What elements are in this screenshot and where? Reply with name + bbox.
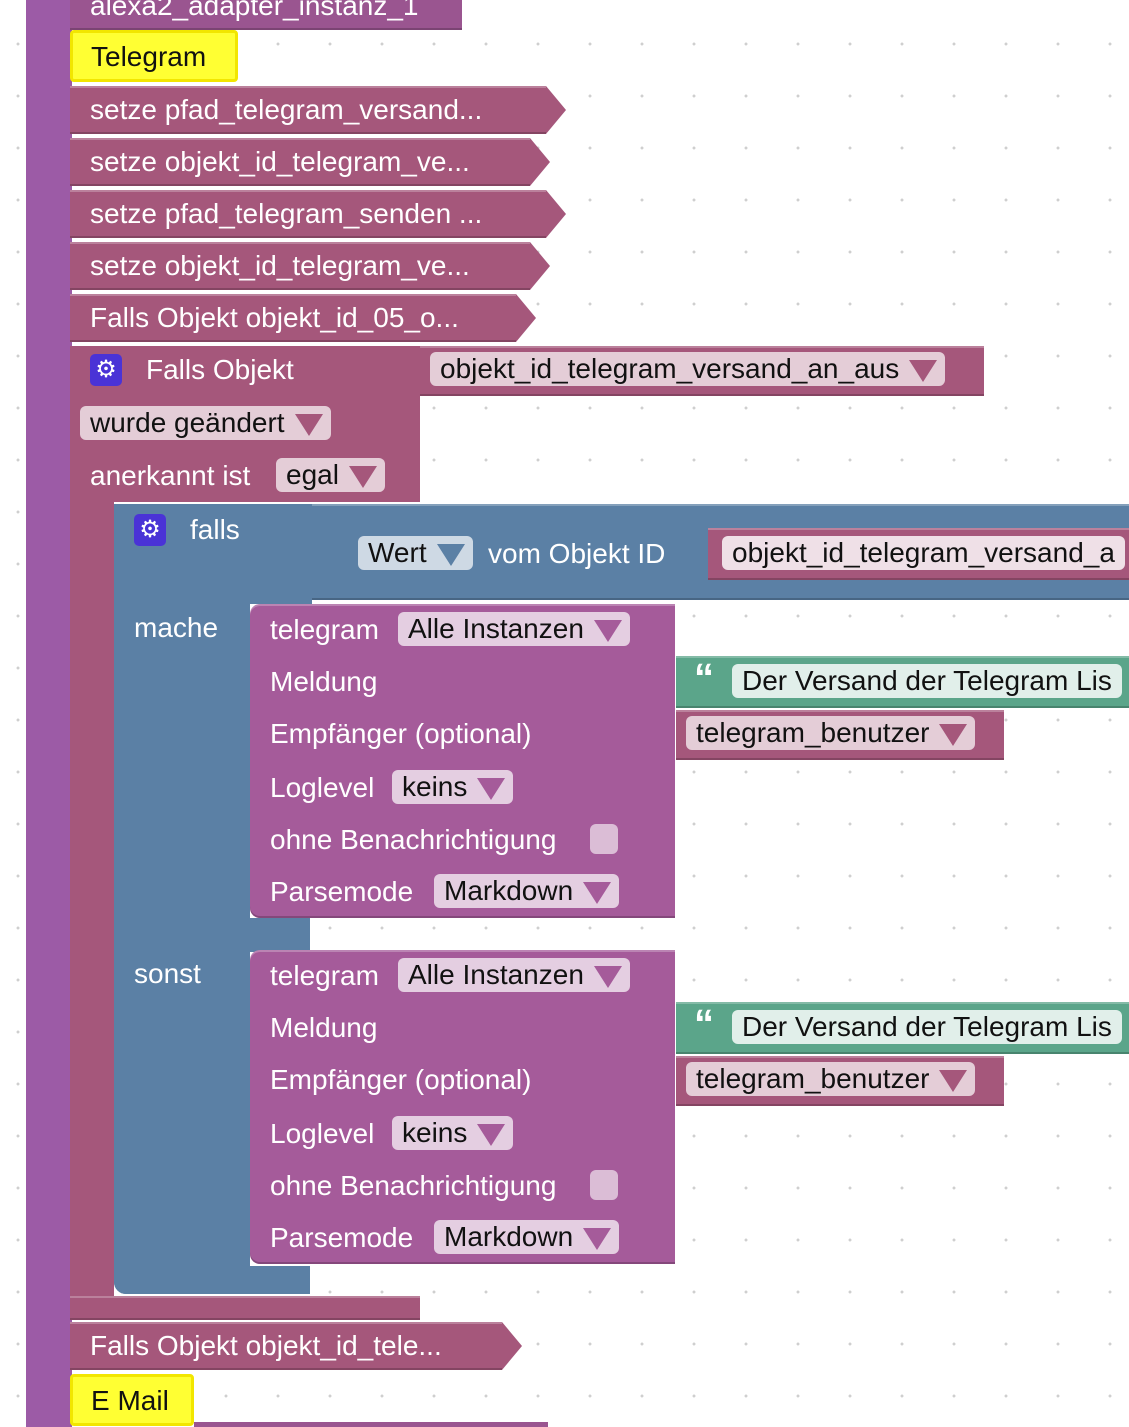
chevron-down-icon <box>477 1124 506 1146</box>
trigger-block-foot <box>70 1296 420 1320</box>
set-row-2-label: setze objekt_id_telegram_ve... <box>90 146 470 177</box>
set-row-2[interactable]: setze objekt_id_telegram_ve... <box>70 138 530 186</box>
telegram-2-recipient-dropdown[interactable]: telegram_benutzer <box>686 1062 976 1096</box>
telegram-1-instances-dropdown[interactable]: Alle Instanzen <box>398 612 630 646</box>
set-row-5-output <box>516 294 536 342</box>
bottom-trigger-row-label: Falls Objekt objekt_id_tele... <box>90 1330 442 1361</box>
condition-value-dropdown[interactable]: Wert <box>358 536 473 570</box>
telegram-2-silent-label: ohne Benachrichtigung <box>270 1170 557 1201</box>
trigger-ack-text: egal <box>286 459 339 490</box>
set-row-2-output <box>530 138 550 186</box>
trigger-label: Falls Objekt <box>146 354 294 385</box>
telegram-1-loglevel-dropdown[interactable]: keins <box>392 770 514 804</box>
telegram-1-parse-text: Markdown <box>444 875 574 906</box>
telegram-2-parse-label: Parsemode <box>270 1222 414 1253</box>
chevron-down-icon <box>939 724 968 746</box>
telegram-1-parse-label: Parsemode <box>270 876 414 907</box>
telegram-2-recipient-label: Empfänger (optional) <box>270 1064 532 1095</box>
telegram-1-loglevel-text: keins <box>402 771 468 802</box>
telegram-2-loglevel-dropdown[interactable]: keins <box>392 1116 514 1150</box>
if-block-foot <box>114 1266 310 1294</box>
telegram-block-1[interactable] <box>250 604 675 918</box>
set-row-4-output <box>530 242 550 290</box>
telegram-2-loglevel-label: Loglevel <box>270 1118 375 1149</box>
comment-telegram[interactable]: Telegram <box>70 30 238 82</box>
next-block-edge <box>194 1422 548 1427</box>
stack-spine <box>26 0 72 1427</box>
if-do-label: mache <box>134 612 219 643</box>
condition-object-var-text[interactable]: objekt_id_telegram_versand_a <box>722 536 1125 570</box>
if-else-label: sonst <box>134 958 201 989</box>
telegram-2-silent-checkbox[interactable] <box>590 1170 618 1200</box>
bottom-trigger-row[interactable]: Falls Objekt objekt_id_tele... <box>70 1322 502 1370</box>
telegram-2-instances-dropdown[interactable]: Alle Instanzen <box>398 958 630 992</box>
telegram-1-recipient-dropdown[interactable]: telegram_benutzer <box>686 716 976 750</box>
telegram-2-loglevel-text: keins <box>402 1117 468 1148</box>
if-block-else-row <box>114 918 310 952</box>
if-gear-icon[interactable]: ⚙ <box>134 514 166 546</box>
chevron-down-icon <box>909 360 938 382</box>
chevron-down-icon <box>294 414 323 436</box>
telegram-2-instances-text: Alle Instanzen <box>408 959 584 990</box>
telegram-1-title: telegram <box>270 614 379 645</box>
trigger-gear-icon[interactable]: ⚙ <box>90 354 122 386</box>
set-row-1-output <box>546 86 566 134</box>
set-row-1-label: setze pfad_telegram_versand... <box>90 94 483 125</box>
comment-email-label: E Mail <box>91 1385 169 1416</box>
telegram-1-recipient-text: telegram_benutzer <box>696 717 930 748</box>
telegram-1-loglevel-label: Loglevel <box>270 772 375 803</box>
trigger-object-var-text: objekt_id_telegram_versand_an_aus <box>440 353 900 384</box>
trigger-changed-dropdown[interactable]: wurde geändert <box>80 406 331 440</box>
telegram-1-instances-text: Alle Instanzen <box>408 613 584 644</box>
block-alexa-instance-label: alexa2_adapter_instanz_1 <box>90 0 419 21</box>
chevron-down-icon <box>583 1228 612 1250</box>
set-row-3[interactable]: setze pfad_telegram_senden ... <box>70 190 546 238</box>
chevron-down-icon <box>583 882 612 904</box>
trigger-changed-text: wurde geändert <box>90 407 285 438</box>
set-row-5[interactable]: Falls Objekt objekt_id_05_o... <box>70 294 516 342</box>
telegram-1-parse-dropdown[interactable]: Markdown <box>434 874 620 908</box>
telegram-2-message-text[interactable]: Der Versand der Telegram Lis <box>732 1010 1122 1044</box>
chevron-down-icon <box>348 466 377 488</box>
telegram-1-silent-checkbox[interactable] <box>590 824 618 854</box>
comment-telegram-label: Telegram <box>91 41 207 72</box>
set-row-4[interactable]: setze objekt_id_telegram_ve... <box>70 242 530 290</box>
block-alexa-instance[interactable]: alexa2_adapter_instanz_1 <box>70 0 462 30</box>
telegram-2-recipient-text: telegram_benutzer <box>696 1063 930 1094</box>
telegram-1-message-label: Meldung <box>270 666 378 697</box>
chevron-down-icon <box>939 1070 968 1092</box>
trigger-object-var-dropdown[interactable]: objekt_id_telegram_versand_an_aus <box>430 352 946 386</box>
trigger-ack-label: anerkannt ist <box>90 460 251 491</box>
telegram-2-parse-text: Markdown <box>444 1221 574 1252</box>
bottom-trigger-row-output <box>502 1322 522 1370</box>
telegram-2-message-label: Meldung <box>270 1012 378 1043</box>
telegram-1-recipient-label: Empfänger (optional) <box>270 718 532 749</box>
condition-value-text: Wert <box>368 537 427 568</box>
set-row-3-output <box>546 190 566 238</box>
set-row-5-label: Falls Objekt objekt_id_05_o... <box>90 302 459 333</box>
chevron-down-icon <box>593 966 622 988</box>
chevron-down-icon <box>436 544 465 566</box>
quote-icon: “ <box>694 1002 714 1046</box>
telegram-2-parse-dropdown[interactable]: Markdown <box>434 1220 620 1254</box>
telegram-1-message-text[interactable]: Der Versand der Telegram Lis <box>732 664 1122 698</box>
if-label: falls <box>190 514 240 545</box>
set-row-4-label: setze objekt_id_telegram_ve... <box>90 250 470 281</box>
chevron-down-icon <box>593 620 622 642</box>
telegram-block-2[interactable] <box>250 950 675 1264</box>
trigger-ack-dropdown[interactable]: egal <box>276 458 385 492</box>
telegram-2-title: telegram <box>270 960 379 991</box>
set-row-1[interactable]: setze pfad_telegram_versand... <box>70 86 546 134</box>
telegram-1-silent-label: ohne Benachrichtigung <box>270 824 557 855</box>
comment-email[interactable]: E Mail <box>70 1374 194 1426</box>
chevron-down-icon <box>477 778 506 800</box>
set-row-3-label: setze pfad_telegram_senden ... <box>90 198 483 229</box>
quote-icon: “ <box>694 656 714 700</box>
condition-from-object-label: vom Objekt ID <box>488 538 666 569</box>
